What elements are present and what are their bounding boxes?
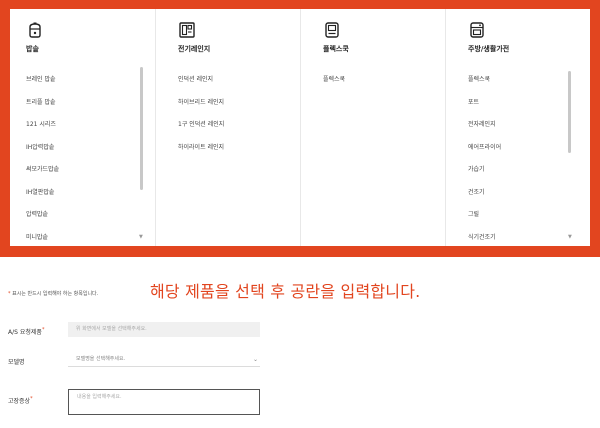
category-item[interactable]: 1구 인덕션 레인지 xyxy=(178,121,224,144)
required-star: * xyxy=(41,327,45,333)
model-name-placeholder: 모델명을 선택해주세요. xyxy=(76,356,126,362)
chevron-down-icon: ⌄ xyxy=(252,356,258,363)
category-item[interactable]: 포트 xyxy=(468,99,501,122)
category-item[interactable]: 가습기 xyxy=(468,166,501,189)
symptom-field-label: 고장증상* xyxy=(8,396,33,405)
category-column-rice-cooker: 밥솥 브레인 밥솥 트리플 밥솥 121 시리즈 IH압력밥솥 써모가드밥솥 I… xyxy=(10,9,155,246)
scroll-down-icon[interactable]: ▼ xyxy=(139,234,143,240)
model-label-text: A/S 요청제품 xyxy=(8,329,42,336)
category-item-list: 인덕션 레인지 하이브리드 레인지 1구 인덕션 레인지 하이라이트 레인지 xyxy=(178,76,224,166)
symptom-label-text: 고장증상 xyxy=(8,398,31,405)
category-item[interactable]: 브레인 밥솥 xyxy=(26,76,59,99)
category-column-electric-range: 전기레인지 인덕션 레인지 하이브리드 레인지 1구 인덕션 레인지 하이라이트… xyxy=(155,9,300,246)
category-title[interactable]: 플렉스쿡 xyxy=(323,44,349,54)
required-star: * xyxy=(30,396,33,402)
category-item[interactable]: 써모가드밥솥 xyxy=(26,166,59,189)
category-title[interactable]: 주방/생활가전 xyxy=(468,44,509,54)
category-item[interactable]: 하이브리드 레인지 xyxy=(178,99,224,122)
product-category-panel: 밥솥 브레인 밥솥 트리플 밥솥 121 시리즈 IH압력밥솥 써모가드밥솥 I… xyxy=(10,9,590,246)
category-item[interactable]: 트리플 밥솥 xyxy=(26,99,59,122)
model-name-select[interactable]: 모델명을 선택해주세요. ⌄ xyxy=(68,352,260,367)
multi-cooker-icon xyxy=(325,22,339,38)
electric-range-icon xyxy=(179,22,195,38)
rice-cooker-icon xyxy=(29,22,41,38)
category-item-list: 플렉스쿡 xyxy=(323,76,345,99)
category-title[interactable]: 밥솥 xyxy=(26,44,39,54)
model-field[interactable]: 위 화면에서 모델을 선택해주세요. xyxy=(68,322,260,337)
category-item[interactable]: 식기건조기 xyxy=(468,234,501,247)
category-item[interactable]: 미니밥솥 xyxy=(26,234,59,247)
kitchen-appliance-icon xyxy=(470,22,484,38)
category-item[interactable]: 121 시리즈 xyxy=(26,121,59,144)
model-name-label: 모델명 xyxy=(8,359,25,366)
instruction-caption: 해당 제품을 선택 후 공란을 입력합니다. xyxy=(150,282,421,301)
category-column-kitchen-appliances: 주방/생활가전 플렉스쿡 포트 전자레인지 에어프라이어 가습기 건조기 그릴 … xyxy=(445,9,590,246)
category-item[interactable]: 압력밥솥 xyxy=(26,211,59,234)
required-star: * xyxy=(8,291,11,297)
product-category-frame: 밥솥 브레인 밥솥 트리플 밥솥 121 시리즈 IH압력밥솥 써모가드밥솥 I… xyxy=(0,0,600,257)
required-fields-note: * 표시는 반드시 입력해야 하는 항목입니다. xyxy=(8,290,98,297)
symptom-textarea[interactable]: 내용을 입력해주세요. xyxy=(68,389,260,415)
category-item[interactable]: 전자레인지 xyxy=(468,121,501,144)
category-item[interactable]: 건조기 xyxy=(468,189,501,212)
category-item-list: 플렉스쿡 포트 전자레인지 에어프라이어 가습기 건조기 그릴 식기건조기 xyxy=(468,76,501,246)
category-item[interactable]: 플렉스쿡 xyxy=(468,76,501,99)
category-item[interactable]: IH열판밥솥 xyxy=(26,189,59,212)
scroll-down-icon[interactable]: ▼ xyxy=(568,234,572,240)
category-title[interactable]: 전기레인지 xyxy=(178,44,210,54)
category-item[interactable]: 그릴 xyxy=(468,211,501,234)
category-item[interactable]: IH압력밥솥 xyxy=(26,144,59,167)
category-column-flexcook: 플렉스쿡 플렉스쿡 xyxy=(300,9,445,246)
category-item[interactable]: 에어프라이어 xyxy=(468,144,501,167)
required-note-text: 표시는 반드시 입력해야 하는 항목입니다. xyxy=(12,291,99,297)
category-item[interactable]: 플렉스쿡 xyxy=(323,76,345,99)
list-scrollbar[interactable] xyxy=(140,67,143,190)
category-item-list: 브레인 밥솥 트리플 밥솥 121 시리즈 IH압력밥솥 써모가드밥솥 IH열판… xyxy=(26,76,59,246)
model-field-label: A/S 요청제품* xyxy=(8,327,44,336)
list-scrollbar[interactable] xyxy=(568,71,571,153)
category-item[interactable]: 하이라이트 레인지 xyxy=(178,144,224,167)
category-item[interactable]: 인덕션 레인지 xyxy=(178,76,224,99)
